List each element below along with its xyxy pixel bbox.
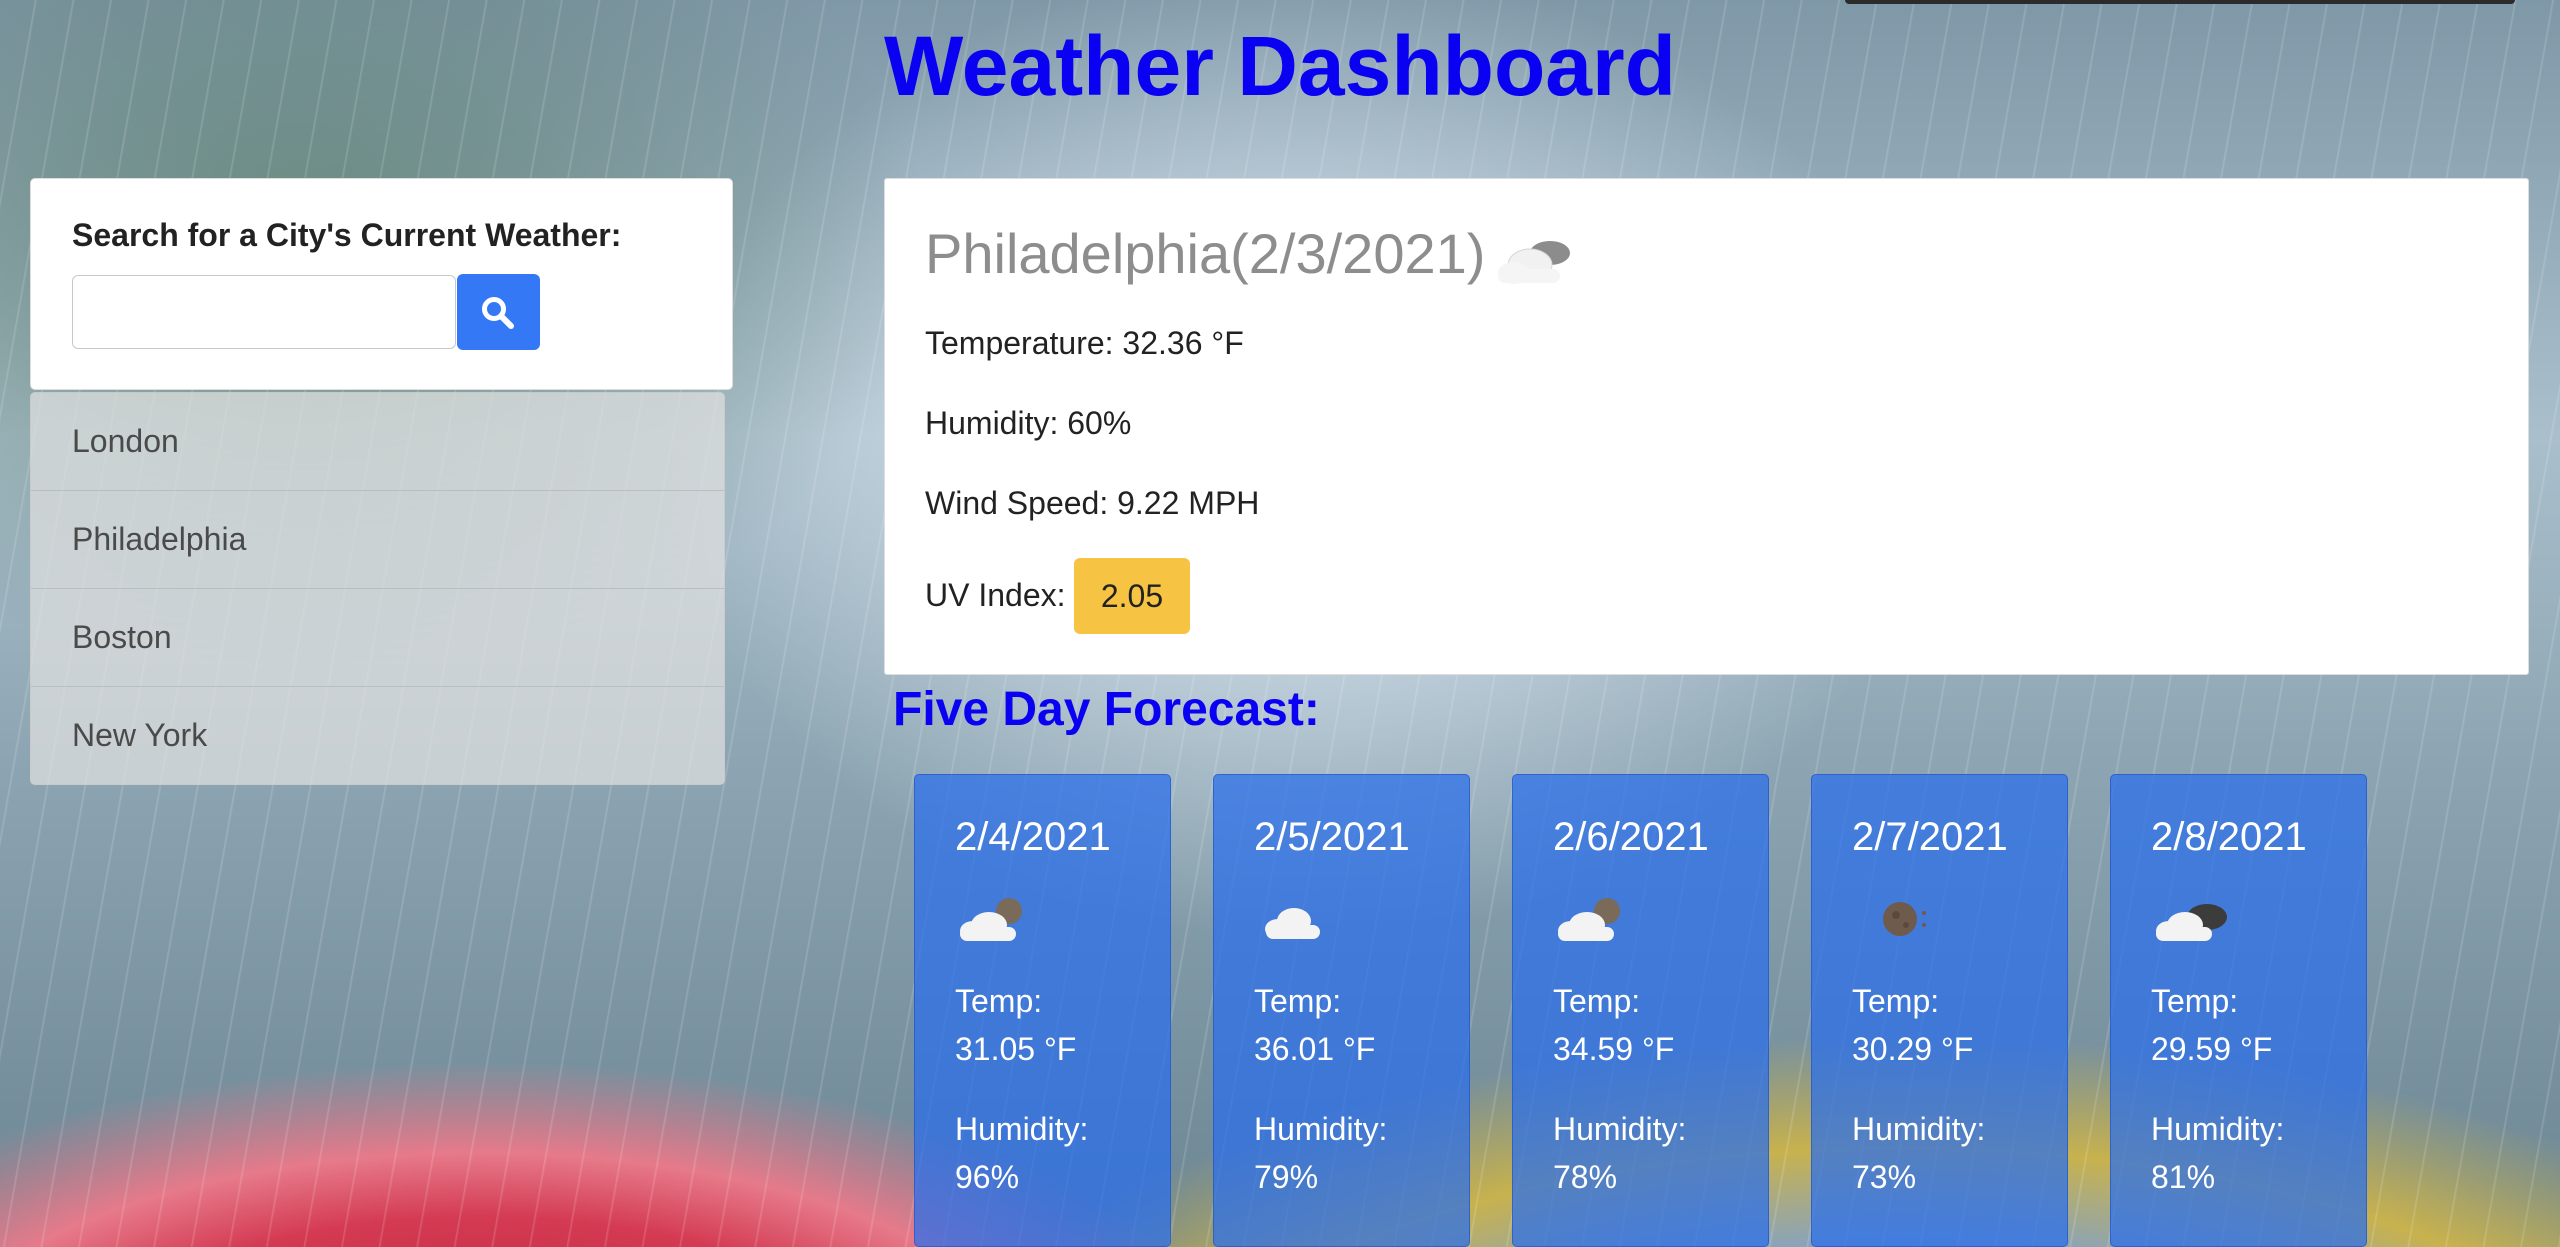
forecast-temp-label: Temp: <box>955 983 1043 1019</box>
page-title: Weather Dashboard <box>884 19 1676 113</box>
forecast-title: Five Day Forecast: <box>893 683 1320 736</box>
current-city-title: Philadelphia(2/3/2021) <box>925 222 1486 285</box>
history-item-boston[interactable]: Boston <box>31 589 724 687</box>
history-item-philadelphia[interactable]: Philadelphia <box>31 491 724 589</box>
cloudy-night-icon <box>960 898 1022 941</box>
forecast-date: 2/7/2021 <box>1852 815 2008 859</box>
forecast-humidity-label: Humidity: <box>955 1111 1089 1147</box>
forecast-temp: 30.29 °F <box>1852 1031 1974 1067</box>
current-humidity: Humidity: 60% <box>925 405 1132 441</box>
forecast-temp: 31.05 °F <box>955 1031 1077 1067</box>
forecast-humidity-label: Humidity: <box>1852 1111 1986 1147</box>
current-wind-speed: Wind Speed: 9.22 MPH <box>925 485 1260 521</box>
forecast-humidity: 81% <box>2151 1159 2216 1195</box>
forecast-temp-label: Temp: <box>1553 983 1641 1019</box>
search-input[interactable] <box>72 275 456 349</box>
forecast-card: 2/5/2021 Temp: 36.01 °F Humidity: 79% <box>1213 774 1470 1247</box>
forecast-card: 2/7/2021 Temp: 30.29 °F Humidity: 73% <box>1811 774 2068 1247</box>
history-item-london[interactable]: London <box>31 393 724 491</box>
forecast-date: 2/8/2021 <box>2151 815 2307 859</box>
current-temperature: Temperature: 32.36 °F <box>925 325 1244 361</box>
cloudy-night-icon <box>1558 898 1620 941</box>
search-label: Search for a City's Current Weather: <box>72 217 622 253</box>
uv-index-label: UV Index: <box>925 577 1066 613</box>
search-history-list: London Philadelphia Boston New York <box>30 392 725 785</box>
forecast-temp: 29.59 °F <box>2151 1031 2273 1067</box>
forecast-temp-label: Temp: <box>1852 983 1940 1019</box>
clear-night-icon <box>1883 902 1926 936</box>
forecast-card: 2/6/2021 Temp: 34.59 °F Humidity: 78% <box>1512 774 1769 1247</box>
cloud-icon <box>1265 908 1320 939</box>
forecast-temp: 34.59 °F <box>1553 1031 1675 1067</box>
current-weather-card: Philadelphia(2/3/2021) Temperature: 32.3… <box>884 178 2529 675</box>
forecast-humidity: 73% <box>1852 1159 1917 1195</box>
forecast-date: 2/5/2021 <box>1254 815 1410 859</box>
forecast-humidity: 79% <box>1254 1159 1319 1195</box>
search-card: Search for a City's Current Weather: <box>30 178 733 390</box>
forecast-temp: 36.01 °F <box>1254 1031 1376 1067</box>
forecast-humidity-label: Humidity: <box>2151 1111 2285 1147</box>
forecast-card: 2/4/2021 Temp: 31.05 °F Humidity: 96% <box>914 774 1171 1247</box>
forecast-date: 2/4/2021 <box>955 815 1111 859</box>
forecast-humidity-label: Humidity: <box>1254 1111 1388 1147</box>
browser-edge-bar <box>1845 0 2515 4</box>
dark-clouds-icon <box>2156 904 2227 941</box>
forecast-humidity-label: Humidity: <box>1553 1111 1687 1147</box>
forecast-humidity: 78% <box>1553 1159 1618 1195</box>
history-item-new-york[interactable]: New York <box>31 687 724 784</box>
forecast-card: 2/8/2021 Temp: 29.59 °F Humidity: 81% <box>2110 774 2367 1247</box>
uv-index-badge: 2.05 <box>1074 558 1190 634</box>
forecast-temp-label: Temp: <box>1254 983 1342 1019</box>
search-button[interactable] <box>457 274 540 350</box>
forecast-temp-label: Temp: <box>2151 983 2239 1019</box>
search-icon <box>482 297 514 329</box>
cloudy-icon <box>1498 241 1570 284</box>
forecast-date: 2/6/2021 <box>1553 815 1709 859</box>
forecast-humidity: 96% <box>955 1159 1020 1195</box>
